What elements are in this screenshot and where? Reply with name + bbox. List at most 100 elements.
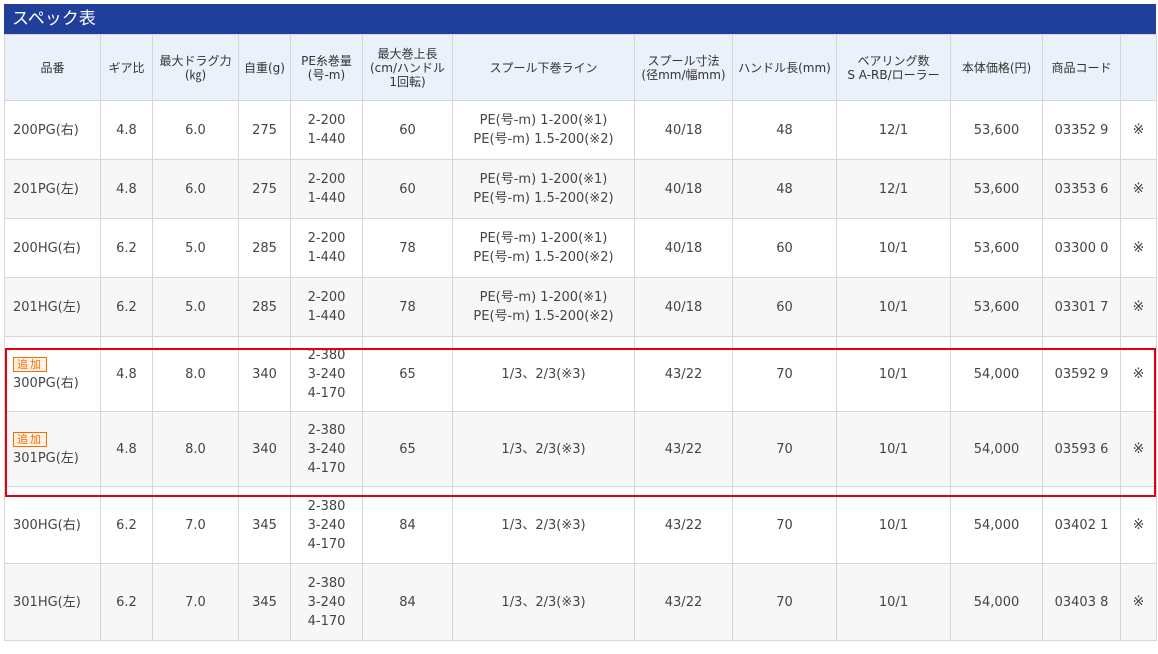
header-line: 自重(g) (244, 60, 285, 75)
price-cell: 53,600 (950, 218, 1043, 278)
header-note (1120, 34, 1157, 101)
spool-underline-cell: 1/3、2/3(※3) (452, 336, 635, 412)
max-retrieve-cell: 78 (362, 218, 453, 278)
handle-length-cell: 70 (732, 411, 837, 487)
model-cell: 300HG(右) (4, 486, 101, 564)
pe-capacity-cell: 2-200 1-440 (290, 277, 363, 337)
note-cell: ※ (1120, 159, 1157, 219)
note-cell: ※ (1120, 563, 1157, 641)
spool-underline-cell-line: PE(号-m) 1-200(※1) (479, 113, 608, 128)
product-code-cell: 03353 6 (1042, 159, 1121, 219)
note-cell: ※ (1120, 218, 1157, 278)
pe-capacity-cell-line: 2-200 (307, 172, 346, 187)
max-drag-cell: 8.0 (152, 411, 239, 487)
gear-ratio-cell: 6.2 (100, 486, 153, 564)
max-drag-cell: 8.0 (152, 336, 239, 412)
max-drag-cell: 7.0 (152, 486, 239, 564)
bearing-cell: 10/1 (836, 411, 951, 487)
model-cell: 201HG(左) (4, 277, 101, 337)
spool-size-cell: 43/22 (634, 563, 733, 641)
table-row: 200PG(右) 4.8 6.0 275 2-200 1-440 60 PE(号-m) 1-2… (4, 100, 1157, 160)
pe-capacity-cell: 2-380 3-240 4-170 (290, 336, 363, 412)
handle-length-cell: 70 (732, 336, 837, 412)
pe-capacity-cell-line: 4-170 (307, 385, 346, 401)
bearing-cell: 12/1 (836, 100, 951, 160)
spool-size-cell: 40/18 (634, 159, 733, 219)
spool-underline-cell: PE(号-m) 1-200(※1) PE(号-m) 1.5-200(※2) (452, 218, 635, 278)
header-line: ベアリング数 (857, 53, 930, 68)
header-price: 本体価格(円) (950, 34, 1043, 101)
price-cell: 54,000 (950, 563, 1043, 641)
note-cell: ※ (1120, 277, 1157, 337)
max-drag-cell: 5.0 (152, 218, 239, 278)
note-cell: ※ (1120, 486, 1157, 564)
max-drag-cell: 7.0 (152, 563, 239, 641)
handle-length-cell: 60 (732, 277, 837, 337)
model-number: 200HG(右) (13, 240, 81, 256)
spool-underline-cell: PE(号-m) 1-200(※1) PE(号-m) 1.5-200(※2) (452, 159, 635, 219)
spool-underline-cell-line: PE(号-m) 1.5-200(※2) (473, 309, 614, 324)
spec-table: 品番 ギア比 最大ドラグ力 (㎏) 自重(g) PE糸巻量 (号-m) 最大巻上長(… (4, 34, 1157, 641)
product-code-cell: 03300 0 (1042, 218, 1121, 278)
model-number: 301PG(左) (13, 451, 79, 466)
spool-size-cell: 43/22 (634, 486, 733, 564)
handle-length-cell: 48 (732, 100, 837, 160)
weight-cell: 340 (238, 336, 291, 412)
weight-cell: 275 (238, 100, 291, 160)
table-row: 201HG(左) 6.2 5.0 285 2-200 1-440 78 PE(号-m) 1-2… (4, 277, 1157, 337)
spool-underline-cell-line: PE(号-m) 1-200(※1) (479, 231, 608, 246)
bearing-cell: 10/1 (836, 218, 951, 278)
header-gear-ratio: ギア比 (100, 34, 153, 101)
model-number: 201PG(左) (13, 181, 79, 197)
max-retrieve-cell: 65 (362, 411, 453, 487)
table-row: 300HG(右) 6.2 7.0 345 2-380 3-240 4-170 84 1/3、2/… (4, 486, 1157, 564)
spec-table-body: 200PG(右) 4.8 6.0 275 2-200 1-440 60 PE(号-m) 1-2… (4, 100, 1157, 641)
spool-underline-cell: 1/3、2/3(※3) (452, 563, 635, 641)
header-model: 品番 (4, 34, 101, 101)
header-line: (号-m) (307, 67, 346, 82)
price-cell: 54,000 (950, 486, 1043, 564)
spool-size-cell: 40/18 (634, 277, 733, 337)
max-retrieve-cell: 84 (362, 486, 453, 564)
model-cell: 追加 300PG(右) (4, 336, 101, 412)
max-drag-cell: 5.0 (152, 277, 239, 337)
header-line: 品番 (40, 60, 65, 75)
product-code-cell: 03592 9 (1042, 336, 1121, 412)
pe-capacity-cell-line: 2-200 (307, 231, 346, 246)
model-number: 201HG(左) (13, 299, 81, 315)
gear-ratio-cell: 6.2 (100, 218, 153, 278)
header-line: 1回転) (389, 74, 426, 89)
note-cell: ※ (1120, 100, 1157, 160)
table-row: 200HG(右) 6.2 5.0 285 2-200 1-440 78 PE(号-m) 1-2… (4, 218, 1157, 278)
header-max-retrieve: 最大巻上長 (cm/ハンドル 1回転) (362, 34, 453, 101)
pe-capacity-cell-line: 2-380 (307, 575, 346, 591)
max-retrieve-cell: 78 (362, 277, 453, 337)
spool-size-cell: 40/18 (634, 100, 733, 160)
header-spool-size: スプール寸法 (径mm/幅mm) (634, 34, 733, 101)
spool-underline-cell-line: 1/3、2/3(※3) (501, 517, 586, 533)
handle-length-cell: 48 (732, 159, 837, 219)
header-line: 最大巻上長 (377, 46, 438, 61)
gear-ratio-cell: 4.8 (100, 100, 153, 160)
model-number: 300HG(右) (13, 517, 81, 533)
header-line: (cm/ハンドル (369, 60, 445, 75)
weight-cell: 285 (238, 277, 291, 337)
table-row: 301HG(左) 6.2 7.0 345 2-380 3-240 4-170 84 1/3、2/… (4, 563, 1157, 641)
spool-size-cell: 40/18 (634, 218, 733, 278)
max-retrieve-cell: 60 (362, 159, 453, 219)
header-weight: 自重(g) (238, 34, 291, 101)
bearing-cell: 10/1 (836, 486, 951, 564)
note-cell: ※ (1120, 336, 1157, 412)
spool-underline-cell-line: 1/3、2/3(※3) (501, 441, 586, 457)
bearing-cell: 10/1 (836, 277, 951, 337)
pe-capacity-cell-line: 3-240 (307, 594, 346, 610)
pe-capacity-cell-line: 2-200 (307, 113, 346, 128)
price-cell: 54,000 (950, 336, 1043, 412)
price-cell: 53,600 (950, 100, 1043, 160)
header-line: 商品コード (1051, 60, 1112, 75)
spool-underline-cell-line: PE(号-m) 1.5-200(※2) (473, 191, 614, 206)
max-retrieve-cell: 84 (362, 563, 453, 641)
bearing-cell: 10/1 (836, 563, 951, 641)
pe-capacity-cell: 2-200 1-440 (290, 159, 363, 219)
model-cell: 201PG(左) (4, 159, 101, 219)
